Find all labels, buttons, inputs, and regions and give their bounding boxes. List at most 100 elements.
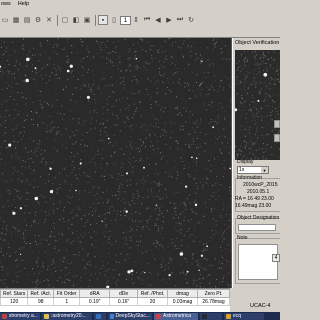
- image-view-icon[interactable]: ▪: [98, 15, 108, 25]
- open-icon[interactable]: ▭: [0, 15, 10, 25]
- star: [79, 162, 82, 165]
- info-line: 2010wcP_2015: [243, 182, 278, 188]
- page-number-field[interactable]: 1: [120, 15, 131, 25]
- taskbar: strometry a... :astrometry20... DeepSkyS…: [0, 312, 280, 320]
- star: [195, 157, 198, 159]
- star: [107, 137, 110, 140]
- cell: 98: [27, 297, 55, 306]
- cell: 0.03mag: [167, 297, 198, 306]
- image-window[interactable]: [0, 38, 232, 288]
- starfield-image[interactable]: [0, 38, 232, 288]
- thumb-scroll[interactable]: [274, 134, 280, 142]
- results-table: Ref. Stars Ref. /Act. Fit Order dRA dDe …: [0, 288, 231, 312]
- cell: 0.19": [79, 297, 111, 306]
- display-label: Display: [237, 159, 254, 165]
- star: [257, 99, 260, 102]
- taskbar-label: :astrometry20...: [51, 313, 86, 319]
- folder-icon: [44, 313, 49, 319]
- col-header[interactable]: dmag: [167, 289, 198, 298]
- panel-title: Object Verification: [234, 39, 280, 48]
- taskbar-item[interactable]: [94, 312, 106, 320]
- col-header[interactable]: Ref. Stars: [0, 289, 29, 298]
- note-textarea[interactable]: [238, 244, 278, 280]
- star: [200, 254, 204, 257]
- taskbar-item[interactable]: ecq: [224, 312, 264, 320]
- col-header[interactable]: dRA: [79, 289, 111, 298]
- menu-bar: ows Help: [0, 0, 280, 8]
- menu-item-windows[interactable]: ows: [1, 1, 11, 7]
- star: [235, 108, 238, 112]
- col-header[interactable]: Ref. /Phot.: [137, 289, 169, 298]
- loop-icon[interactable]: ↻: [186, 15, 196, 25]
- col-header[interactable]: Fit Order: [53, 289, 81, 298]
- taskbar-item[interactable]: strometry a...: [0, 312, 40, 320]
- table-row[interactable]: 120 98 1 0.19" 0.16" 20 0.03mag 26.78mag: [0, 297, 231, 306]
- last-frame-icon[interactable]: ⏭: [175, 15, 185, 25]
- app-icon: [110, 313, 114, 319]
- col-header[interactable]: Ref. /Act.: [27, 289, 55, 298]
- star: [66, 69, 70, 73]
- play-back-icon[interactable]: ◀: [153, 15, 163, 25]
- calibration-table: Ref. Stars Ref. /Act. Fit Order dRA dDe …: [0, 289, 231, 306]
- star: [34, 67, 37, 69]
- verification-thumbnail: [235, 50, 280, 160]
- toolbar-separator: [57, 14, 58, 26]
- star: [201, 60, 203, 63]
- page-icon[interactable]: ▯: [109, 15, 119, 25]
- col-header[interactable]: Zero Pt.: [196, 289, 231, 298]
- star: [49, 189, 54, 194]
- star: [101, 220, 103, 222]
- taskbar-label: Astrometrica: [163, 313, 192, 319]
- star: [194, 203, 198, 207]
- app-icon: [2, 313, 7, 319]
- play-icon[interactable]: ▶: [164, 15, 174, 25]
- app-icon: [96, 313, 101, 319]
- star: [0, 65, 2, 68]
- taskbar-label: DeepSkyStac...: [115, 313, 150, 319]
- chevron-down-icon: ▼: [261, 167, 268, 173]
- stack-icon[interactable]: ▣: [82, 15, 92, 25]
- star: [125, 210, 128, 213]
- spin-icon[interactable]: ⇕: [131, 15, 141, 25]
- toolbar-row: ▭ ▦ ▤ ⚙ ✕ ▢ ◧ ▣ ▪ ▯ 1 ⇕ ⏮ ◀ ▶ ⏭ ↻: [0, 14, 197, 26]
- first-frame-icon[interactable]: ⏮: [142, 15, 152, 25]
- thumb-scroll[interactable]: [274, 120, 280, 128]
- grid-icon[interactable]: ▦: [11, 15, 21, 25]
- star: [212, 126, 215, 129]
- app-icon: [202, 313, 207, 319]
- star: [179, 252, 184, 256]
- cell: 20: [137, 297, 169, 306]
- app-icon: [156, 313, 161, 319]
- star: [185, 185, 188, 188]
- designation-input[interactable]: [238, 224, 276, 231]
- taskbar-item[interactable]: :astrometry20...: [42, 312, 92, 320]
- col-header[interactable]: dDe: [109, 289, 139, 298]
- star: [135, 57, 138, 60]
- menu-item-help[interactable]: Help: [18, 1, 29, 7]
- scroll-value[interactable]: 4: [272, 254, 280, 262]
- cross-icon[interactable]: ✕: [44, 15, 54, 25]
- star: [34, 196, 39, 201]
- cell: 0.16": [109, 297, 139, 306]
- star: [125, 172, 129, 175]
- object-verification-panel: Object Verification Display 1x ▼ Informa…: [232, 38, 280, 288]
- blink-icon[interactable]: ◧: [71, 15, 81, 25]
- cell: 120: [0, 297, 29, 306]
- star: [186, 270, 189, 273]
- taskbar-item[interactable]: Astrometrica: [154, 312, 198, 320]
- star: [263, 72, 268, 77]
- table-icon[interactable]: ▤: [22, 15, 32, 25]
- toolbar-separator: [95, 14, 96, 26]
- catalog-status: UCAC-4: [232, 300, 280, 312]
- taskbar-item[interactable]: [200, 312, 222, 320]
- display-select[interactable]: 1x ▼: [237, 166, 269, 174]
- info-line: RA = 16 49 23.00: [235, 196, 274, 202]
- toolbar: ▭ ▦ ▤ ⚙ ✕ ▢ ◧ ▣ ▪ ▯ 1 ⇕ ⏮ ◀ ▶ ⏭ ↻: [0, 8, 280, 38]
- settings-icon[interactable]: ⚙: [33, 15, 43, 25]
- taskbar-item[interactable]: DeepSkyStac...: [108, 312, 152, 320]
- folder-icon: [226, 313, 231, 319]
- star: [8, 143, 12, 147]
- star: [12, 211, 16, 215]
- star: [130, 269, 134, 273]
- frame-icon[interactable]: ▢: [60, 15, 70, 25]
